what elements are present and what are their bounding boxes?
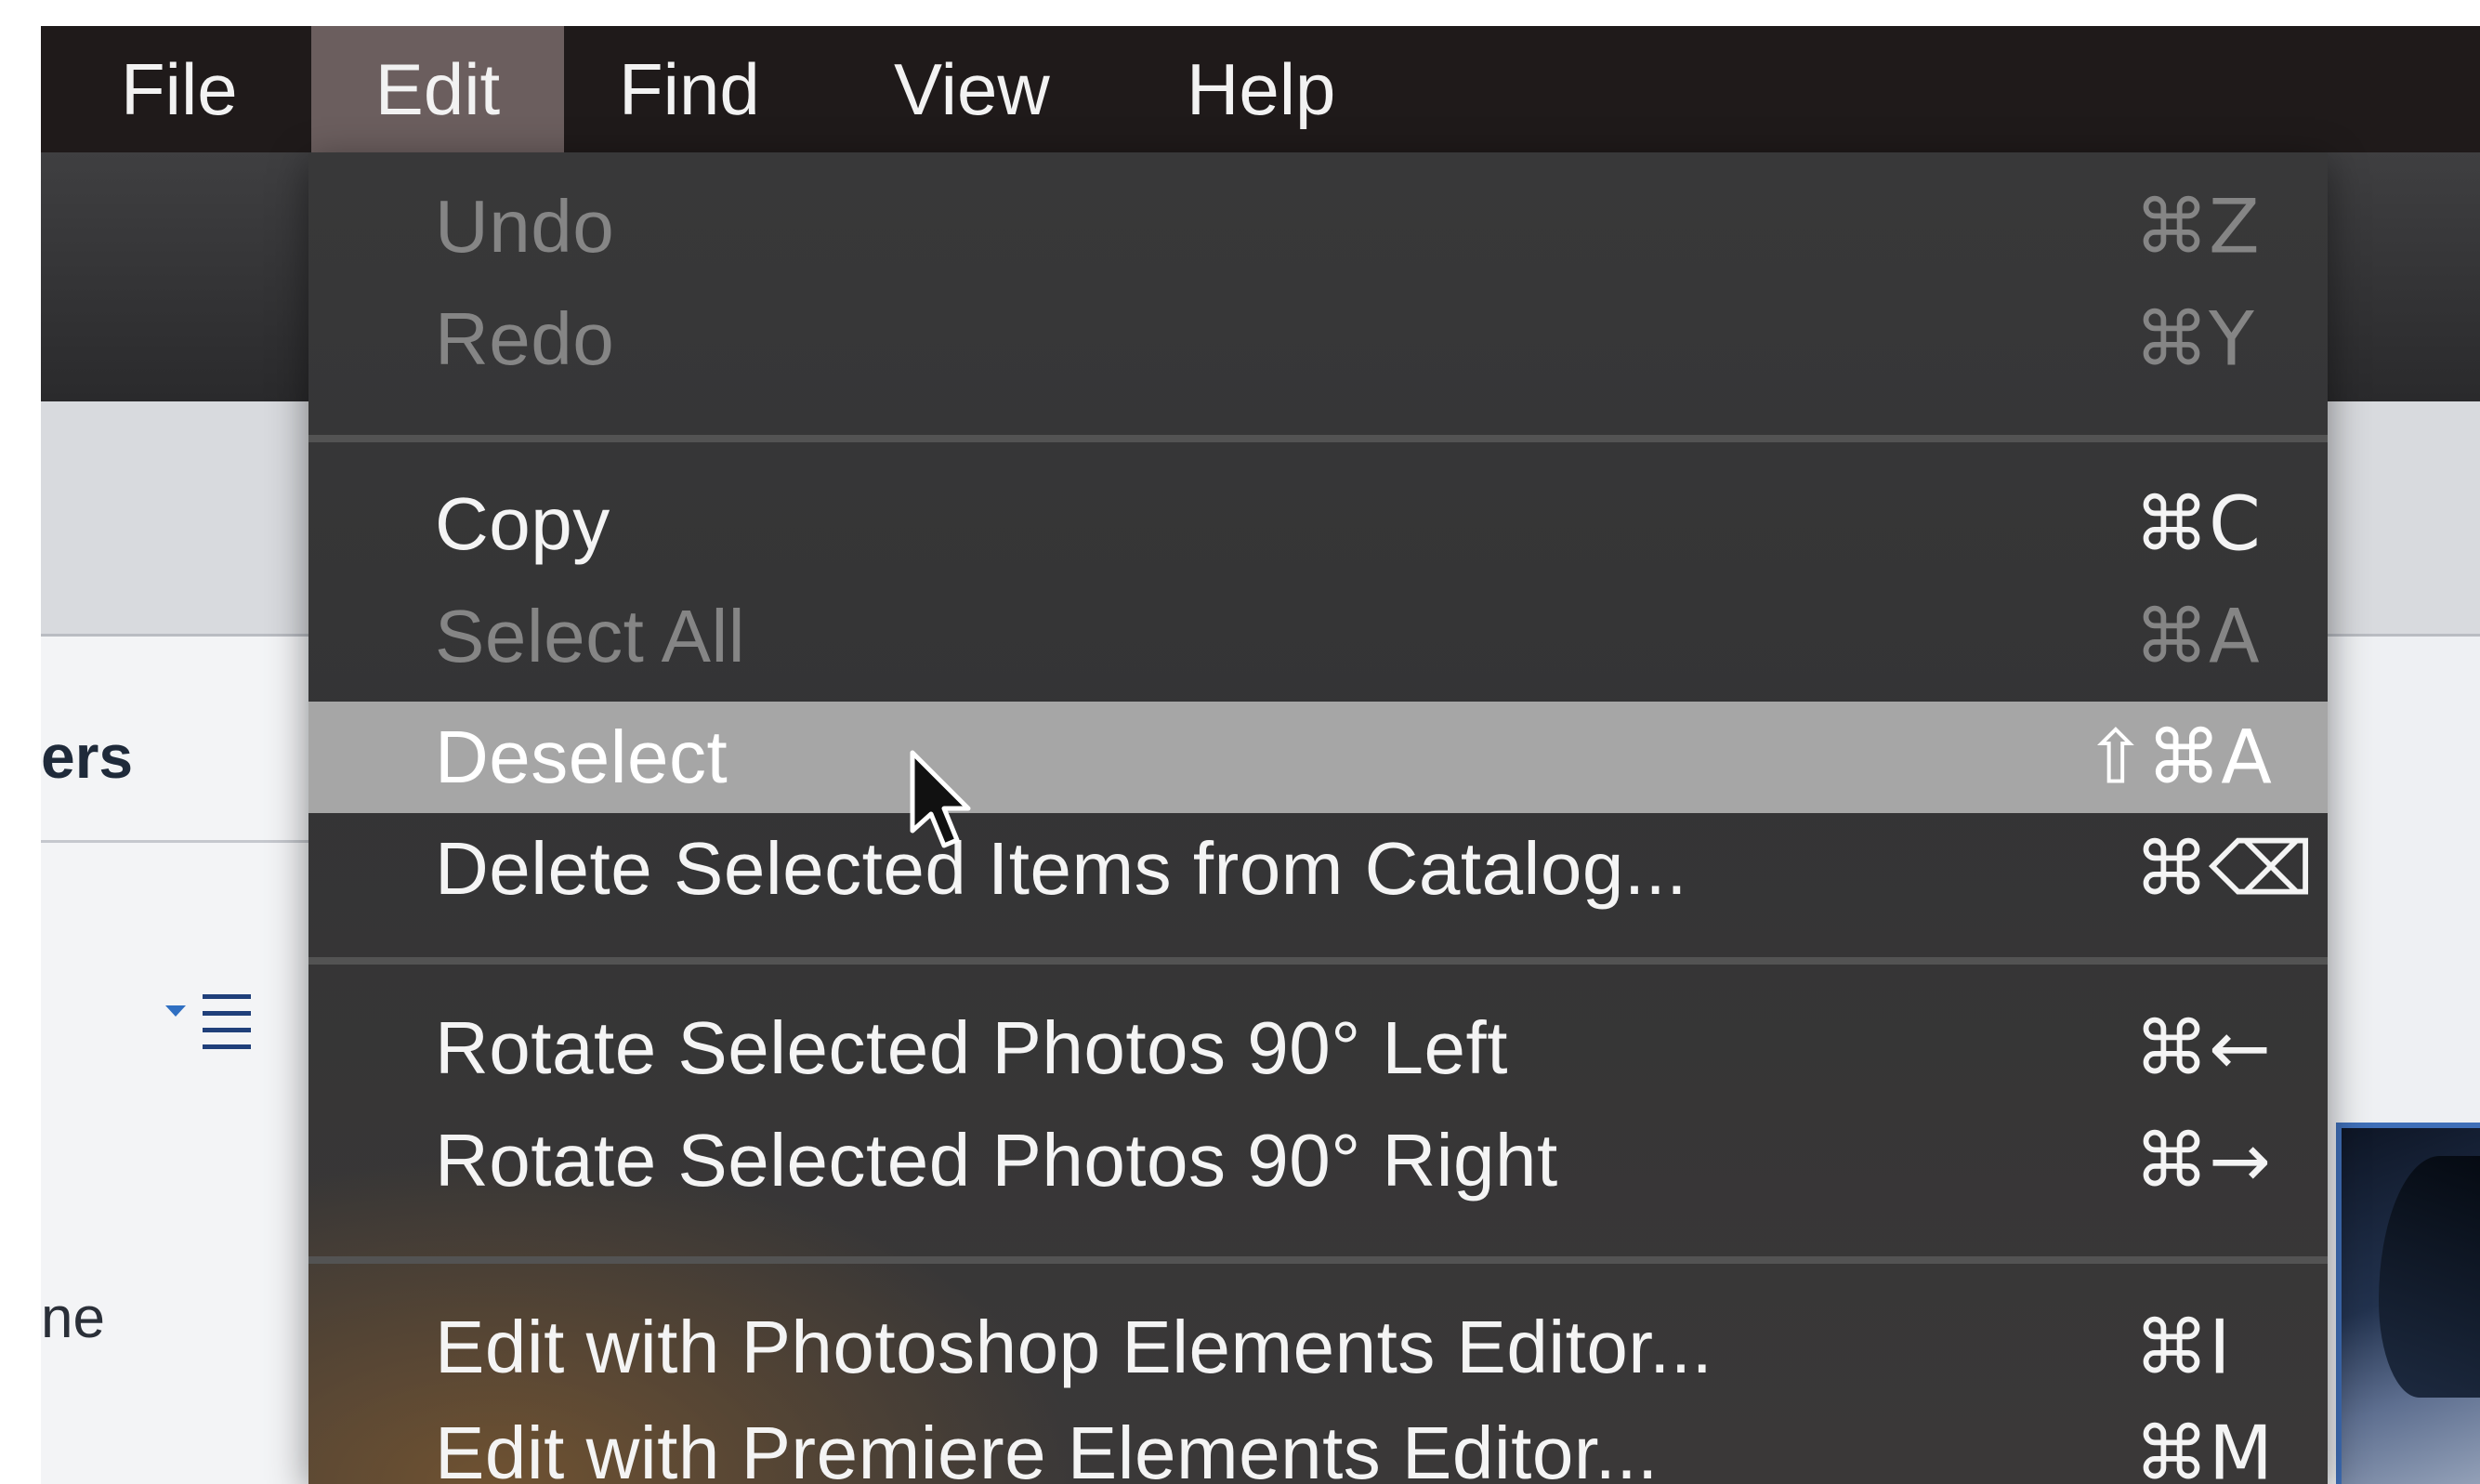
sort-list-icon[interactable]	[165, 991, 268, 1056]
menu-item-label: Undo	[435, 185, 615, 268]
menu-item-label: Edit with Photoshop Elements Editor...	[435, 1306, 1713, 1388]
menu-edit[interactable]: Edit	[311, 26, 564, 152]
menu-view[interactable]: View	[894, 26, 1050, 152]
menu-item-label: Delete Selected Items from Catalog...	[435, 827, 1687, 910]
menu-item-label: Rotate Selected Photos 90° Right	[435, 1119, 1558, 1202]
arrow-pointer-icon	[910, 750, 971, 848]
menu-separator	[308, 957, 2328, 965]
photo-thumbnail[interactable]	[2336, 1123, 2480, 1484]
menu-item-shortcut: ⇧⌘A	[2084, 714, 2272, 801]
menu-item-delete-from-catalog[interactable]: Delete Selected Items from Catalog... ⌘⌫	[308, 813, 2328, 925]
menu-item-label: Select All	[435, 595, 746, 677]
menu-bar: File Edit Find View Help	[41, 26, 2480, 152]
side-panel-item[interactable]: ne	[41, 1285, 105, 1351]
menu-item-redo: Redo ⌘Y	[308, 283, 2328, 395]
menu-item-label: Edit with Premiere Elements Editor...	[435, 1412, 1659, 1484]
edit-menu-dropdown: Undo ⌘Z Redo ⌘Y Copy ⌘C Select All ⌘A De…	[308, 152, 2328, 1484]
menu-item-rotate-left[interactable]: Rotate Selected Photos 90° Left ⌘←	[308, 992, 2328, 1104]
menu-separator	[308, 435, 2328, 442]
menu-item-rotate-right[interactable]: Rotate Selected Photos 90° Right ⌘→	[308, 1105, 2328, 1216]
menu-item-label: Rotate Selected Photos 90° Left	[435, 1006, 1508, 1089]
menu-item-shortcut: ⌘←	[2134, 1005, 2272, 1092]
menu-item-copy[interactable]: Copy ⌘C	[308, 468, 2328, 580]
menu-find[interactable]: Find	[619, 26, 760, 152]
side-panel-heading[interactable]: ers	[41, 721, 133, 792]
menu-item-shortcut: ⌘M	[2134, 1410, 2274, 1484]
menu-item-shortcut: ⌘Z	[2134, 183, 2260, 270]
menu-item-undo: Undo ⌘Z	[308, 171, 2328, 282]
menu-item-label: Copy	[435, 482, 610, 565]
menu-item-shortcut: ⌘I	[2134, 1304, 2231, 1391]
side-panel-divider	[41, 840, 310, 843]
menu-item-shortcut: ⌘→	[2134, 1117, 2272, 1204]
menu-item-edit-photoshop[interactable]: Edit with Photoshop Elements Editor... ⌘…	[308, 1292, 2328, 1403]
menu-help[interactable]: Help	[1187, 26, 1335, 152]
menu-separator	[308, 1256, 2328, 1264]
menu-item-shortcut: ⌘Y	[2134, 295, 2254, 383]
menu-item-select-all: Select All ⌘A	[308, 581, 2328, 692]
menu-item-label: Deselect	[435, 716, 728, 798]
menu-item-shortcut: ⌘⌫	[2134, 825, 2315, 913]
menu-item-edit-premiere[interactable]: Edit with Premiere Elements Editor... ⌘M	[308, 1398, 2328, 1484]
menu-item-deselect[interactable]: Deselect ⇧⌘A	[308, 702, 2328, 813]
menu-item-label: Redo	[435, 297, 615, 380]
photo-content	[2379, 1156, 2480, 1398]
menu-file[interactable]: File	[121, 26, 238, 152]
menu-item-shortcut: ⌘C	[2134, 480, 2261, 568]
menu-item-shortcut: ⌘A	[2134, 593, 2260, 680]
